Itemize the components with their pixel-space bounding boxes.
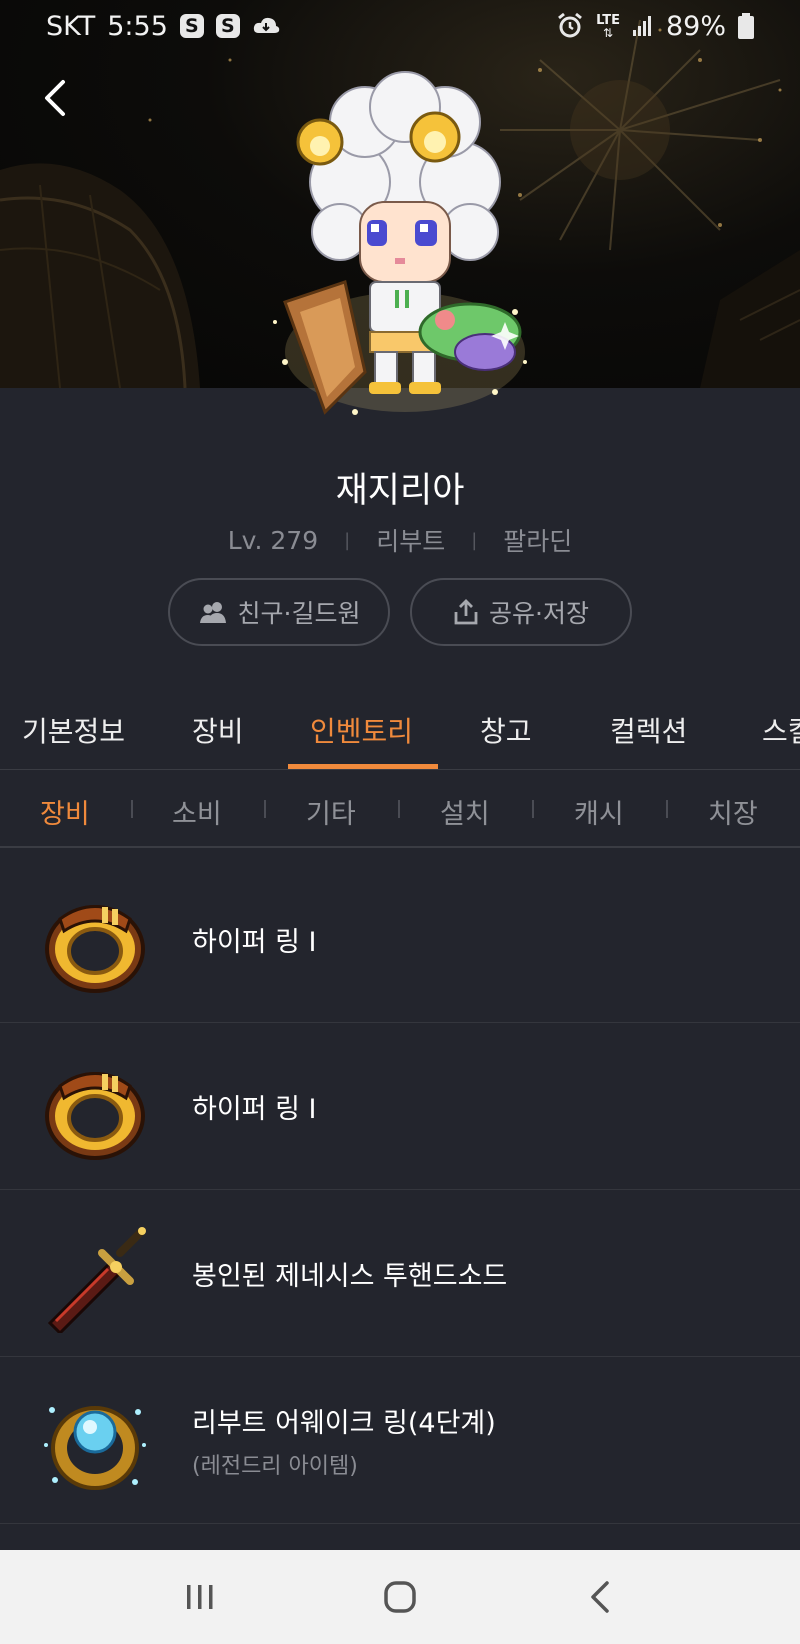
people-icon [199, 602, 226, 623]
character-level: Lv. 279 [227, 525, 319, 555]
subtab-etc[interactable]: 기타 [306, 792, 356, 831]
tab-collection[interactable]: 컬렉션 [610, 710, 687, 750]
tab-inventory[interactable]: 인벤토리 [310, 710, 413, 750]
inventory-item-list: 하이퍼 링 I 하이퍼 링 I 봉인된 제네시스 투핸드소드 리부트 어웨이크 … [0, 856, 800, 1524]
character-name: 재지리아 [335, 471, 465, 511]
battery-icon [738, 13, 754, 39]
tab-skill[interactable]: 스킬 [762, 710, 800, 750]
meta-divider: | [471, 529, 478, 551]
item-name: 봉인된 제네시스 투핸드소드 [192, 1261, 508, 1292]
recent-apps-button[interactable] [170, 1567, 230, 1627]
network-type-label: LTE [596, 12, 620, 28]
character-avatar [273, 71, 527, 415]
inventory-item[interactable]: 하이퍼 링 I [0, 856, 800, 1023]
friends-guild-label: 친구·길드원 [237, 599, 361, 628]
inventory-item[interactable]: 봉인된 제네시스 투핸드소드 [0, 1190, 800, 1357]
subtab-decoration[interactable]: 치장 [708, 792, 758, 831]
status-bar: SKT 5:55 S S LTE ⇅ 89% [0, 0, 800, 52]
item-name: 리부트 어웨이크 링(4단계) [192, 1408, 496, 1439]
ring-icon [45, 905, 145, 993]
back-button[interactable] [24, 68, 84, 128]
share-save-label: 공유·저장 [489, 599, 589, 628]
active-tab-indicator [288, 764, 438, 769]
tab-storage[interactable]: 창고 [480, 710, 532, 750]
share-save-button[interactable]: 공유·저장 [410, 578, 632, 646]
battery-percent: 89% [665, 10, 726, 42]
recent-apps-icon [187, 1585, 213, 1609]
character-meta: Lv. 279 | 리부트 | 팔라딘 [0, 522, 800, 558]
carrier-label: SKT [46, 10, 96, 42]
subtab-divider [131, 800, 133, 818]
app-badge-icon: S [215, 14, 240, 38]
inventory-item[interactable]: 하이퍼 링 I [0, 1023, 800, 1190]
app-root: SKT 5:55 S S LTE ⇅ 89% 재지리아 Lv. 279 | 리부… [0, 0, 800, 1644]
signal-icon [632, 16, 651, 36]
home-icon [384, 1581, 416, 1613]
back-arrow-icon [591, 1581, 609, 1613]
tab-basic-info[interactable]: 기본정보 [22, 710, 125, 750]
subtab-install[interactable]: 설치 [440, 792, 490, 831]
inventory-sub-tab-bar: 장비 소비 기타 설치 캐시 치장 [0, 770, 800, 848]
chevron-left-icon [45, 80, 65, 116]
subtab-divider [264, 800, 266, 818]
subtab-divider [532, 800, 534, 818]
meta-divider: | [344, 529, 351, 551]
subtab-equip[interactable]: 장비 [40, 792, 90, 831]
ring-icon [45, 1072, 145, 1160]
sword-icon [47, 1227, 146, 1333]
item-name: 하이퍼 링 I [192, 1094, 317, 1125]
subtab-consume[interactable]: 소비 [172, 792, 222, 831]
main-tab-bar: 기본정보 장비 인벤토리 창고 컬렉션 스킬 [0, 688, 800, 770]
app-badge-icon: S [179, 14, 204, 38]
item-rarity: (레전드리 아이템) [192, 1454, 358, 1479]
subtab-divider [398, 800, 400, 818]
item-name: 하이퍼 링 I [192, 927, 317, 958]
character-world: 리부트 [376, 527, 446, 556]
subtab-divider [666, 800, 668, 818]
cloud-icon [253, 17, 280, 33]
system-nav-bar [0, 1550, 800, 1644]
system-back-button[interactable] [570, 1567, 630, 1627]
subtab-cash[interactable]: 캐시 [574, 792, 624, 831]
alarm-icon [558, 12, 583, 38]
home-button[interactable] [370, 1567, 430, 1627]
awake-ring-icon [44, 1406, 146, 1490]
inventory-item[interactable]: 리부트 어웨이크 링(4단계) (레전드리 아이템) [0, 1357, 800, 1524]
tab-equipment[interactable]: 장비 [192, 710, 244, 750]
profile-actions: 친구·길드원 공유·저장 [0, 578, 800, 646]
profile-section: 재지리아 Lv. 279 | 리부트 | 팔라딘 친구·길드원 공유·저장 [0, 388, 800, 688]
character-job: 팔라딘 [503, 527, 573, 556]
share-icon [454, 599, 478, 625]
clock: 5:55 [107, 10, 168, 42]
friends-guild-button[interactable]: 친구·길드원 [168, 578, 390, 646]
